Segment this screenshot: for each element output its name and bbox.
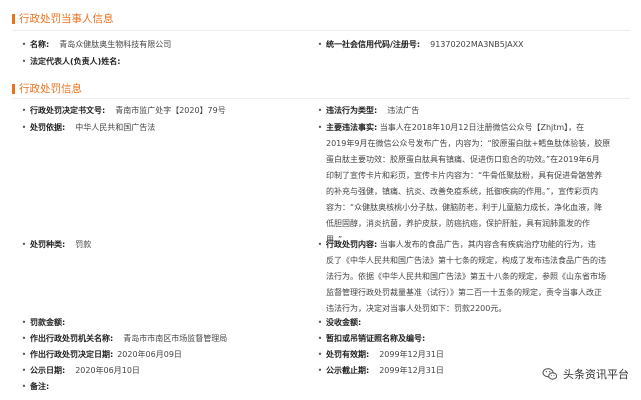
decision-no-value: 青南市监广处字【2020】79号 xyxy=(115,106,226,115)
bullet-icon: • xyxy=(21,334,27,343)
penalty-content-line: • 行政处罚内容: 当事人发布的食品广告，其内容含有疾病治疗功能的行为，违 xyxy=(314,237,632,253)
bullet-icon: • xyxy=(21,350,27,359)
bullet-icon: • xyxy=(317,123,323,132)
publish-date-value: 2020年06月10日 xyxy=(75,366,140,375)
section-divider xyxy=(12,30,630,31)
decision-no-label: 行政处罚决定书文号: xyxy=(30,106,106,115)
section-marker xyxy=(12,83,15,94)
decision-no-row: • 行政处罚决定书文号: 青南市监广处字【2020】79号 xyxy=(18,103,226,119)
penalty-content-text: 当事人发布的食品广告，其内容含有疾病治疗功能的行为，违 xyxy=(379,240,596,249)
bullet-icon: • xyxy=(317,350,323,359)
penalty-content-line: 监督管理行政处罚裁量基准（试行）》第二百一十五条的规定，责令当事人改正 xyxy=(326,288,602,297)
license-row: • 暂扣或吊销证照名称及编号: xyxy=(314,331,435,347)
section-marker xyxy=(12,13,15,24)
decision-date-label: 作出行政处罚决定日期: xyxy=(30,350,114,359)
publish-date-label: 公示日期: xyxy=(30,366,66,375)
main-facts-line: 的补充与强健，镇痛、抗炎、改善免疫系统，抵御疾病的作用。”，宣传彩页内 xyxy=(326,187,599,196)
violation-type-label: 违法行为类型: xyxy=(326,106,378,115)
party-section-title: 行政处罚当事人信息 xyxy=(12,11,114,26)
bullet-icon: • xyxy=(21,123,27,132)
category-label: 处罚种类: xyxy=(30,240,66,249)
remarks-label: 备注: xyxy=(30,382,50,391)
category-value: 罚款 xyxy=(75,240,92,249)
publish-date-row: • 公示日期: 2020年06月10日 xyxy=(18,363,140,379)
fine-label: 罚款金额: xyxy=(30,318,66,327)
decision-date-row: • 作出行政处罚决定日期: 2020年06月09日 xyxy=(18,347,182,363)
penalty-content-block: • 行政处罚内容: 当事人发布的食品广告，其内容含有疾病治疗功能的行为，违 反了《… xyxy=(314,237,632,317)
bullet-icon: • xyxy=(21,40,27,49)
main-facts-line: • 主要违法事实: 当事人在2018年10月12日注册微信公众号【Zhjtm】，在 xyxy=(314,120,632,136)
publish-end-row: • 公示截止期: 2099年12月31日 xyxy=(314,363,444,379)
main-facts-line: 印制了宣传卡片和彩页，宣传卡片内容为：“牛骨低聚肽粉，具有促进骨骼营养 xyxy=(326,171,603,180)
authority-value: 青岛市市南区市场监督管理局 xyxy=(123,334,228,343)
penalty-content-label: 行政处罚内容: xyxy=(326,240,378,249)
bullet-icon: • xyxy=(21,240,27,249)
wechat-icon xyxy=(542,368,558,380)
remarks-row: • 备注: xyxy=(18,379,59,395)
valid-until-label: 处罚有效期: xyxy=(326,350,370,359)
publish-end-label: 公示截止期: xyxy=(326,366,370,375)
credit-code-value: 91370202MA3NB5JAXX xyxy=(430,40,524,49)
watermark-text: 头条资讯平台 xyxy=(563,368,629,381)
decision-date-value: 2020年06月09日 xyxy=(117,350,182,359)
main-facts-label: 主要违法事实: xyxy=(326,123,378,132)
bullet-icon: • xyxy=(21,366,27,375)
legal-rep-label: 法定代表人(负责人)姓名: xyxy=(30,57,121,66)
bullet-icon: • xyxy=(317,318,323,327)
watermark: 头条资讯平台 xyxy=(542,366,629,382)
bullet-icon: • xyxy=(317,106,323,115)
party-name-label: 名称: xyxy=(30,40,50,49)
credit-code-row: • 统一社会信用代码/注册号: 91370202MA3NB5JAXX xyxy=(314,37,524,53)
basis-label: 处罚依据: xyxy=(30,123,66,132)
party-name-row: • 名称: 青岛众健肽奥生物科技有限公司 xyxy=(18,37,172,53)
bullet-icon: • xyxy=(317,40,323,49)
license-label: 暂扣或吊销证照名称及编号: xyxy=(326,334,426,343)
bullet-icon: • xyxy=(21,382,27,391)
penalty-content-line: 法行为。依据《中华人民共和国广告法》第五十八条的规定，参照《山东省市场 xyxy=(326,272,606,281)
valid-until-value: 2099年12月31日 xyxy=(379,350,444,359)
main-facts-line: 蛋白肽主要功效：胶原蛋白肽具有镇痛、促进伤口愈合的功效。”在2019年6月 xyxy=(326,155,600,164)
confiscation-label: 没收金额: xyxy=(326,318,362,327)
violation-type-row: • 违法行为类型: 违法广告 xyxy=(314,103,420,119)
legal-rep-row: • 法定代表人(负责人)姓名: xyxy=(18,54,131,70)
authority-label: 作出行政处罚机关名称: xyxy=(30,334,114,343)
main-facts-block: • 主要违法事实: 当事人在2018年10月12日注册微信公众号【Zhjtm】，在… xyxy=(314,120,632,248)
basis-value: 中华人民共和国广告法 xyxy=(75,123,156,132)
bullet-icon: • xyxy=(21,318,27,327)
main-facts-line: 低胆固醇，消炎抗菌，养护皮肤，防癌抗癌，保护肝脏，具有润肺熏发的作 xyxy=(326,219,590,228)
credit-code-label: 统一社会信用代码/注册号: xyxy=(326,40,421,49)
main-facts-line: 容为：“众健肽奥核桃小分子肽，健脑防老，利于儿童脑力成长，净化血液，降 xyxy=(326,203,603,212)
bullet-icon: • xyxy=(317,334,323,343)
fine-row: • 罚款金额: xyxy=(18,315,75,331)
publish-end-value: 2099年12月31日 xyxy=(379,366,444,375)
violation-type-value: 违法广告 xyxy=(387,106,420,115)
penalty-section-title: 行政处罚信息 xyxy=(12,81,82,96)
section-divider xyxy=(12,98,630,99)
bullet-icon: • xyxy=(21,57,27,66)
main-facts-text: 当事人在2018年10月12日注册微信公众号【Zhjtm】，在 xyxy=(379,123,585,132)
confiscation-row: • 没收金额: xyxy=(314,315,371,331)
bullet-icon: • xyxy=(21,106,27,115)
bullet-icon: • xyxy=(317,240,323,249)
bullet-icon: • xyxy=(317,366,323,375)
authority-row: • 作出行政处罚机关名称: 青岛市市南区市场监督管理局 xyxy=(18,331,228,347)
party-name-value: 青岛众健肽奥生物科技有限公司 xyxy=(59,40,172,49)
penalty-content-line: 反了《中华人民共和国广告法》第十七条的规定，构成了发布违法食品广告的违 xyxy=(326,256,606,265)
category-row: • 处罚种类: 罚款 xyxy=(18,237,92,253)
basis-row: • 处罚依据: 中华人民共和国广告法 xyxy=(18,120,156,136)
valid-until-row: • 处罚有效期: 2099年12月31日 xyxy=(314,347,444,363)
main-facts-line: 2019年9月在微信公众号发布广告，内容为：“胶原蛋白肽+鳕鱼肽体验装，胶原 xyxy=(326,139,611,148)
